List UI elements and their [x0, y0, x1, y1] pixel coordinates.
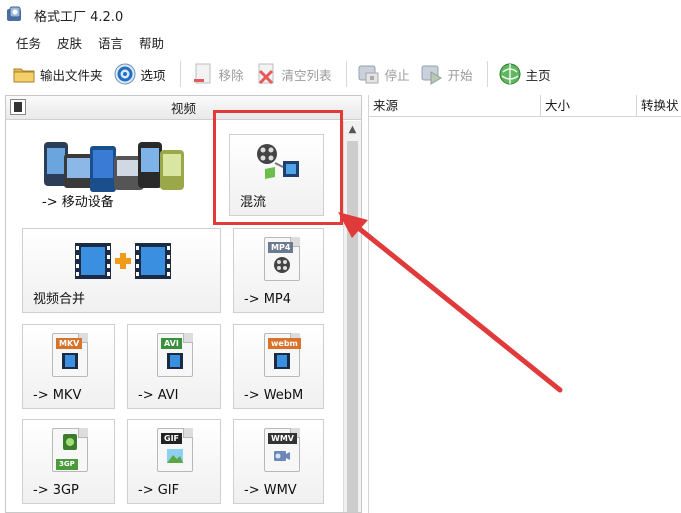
- annotation-arrow-icon: [338, 212, 563, 393]
